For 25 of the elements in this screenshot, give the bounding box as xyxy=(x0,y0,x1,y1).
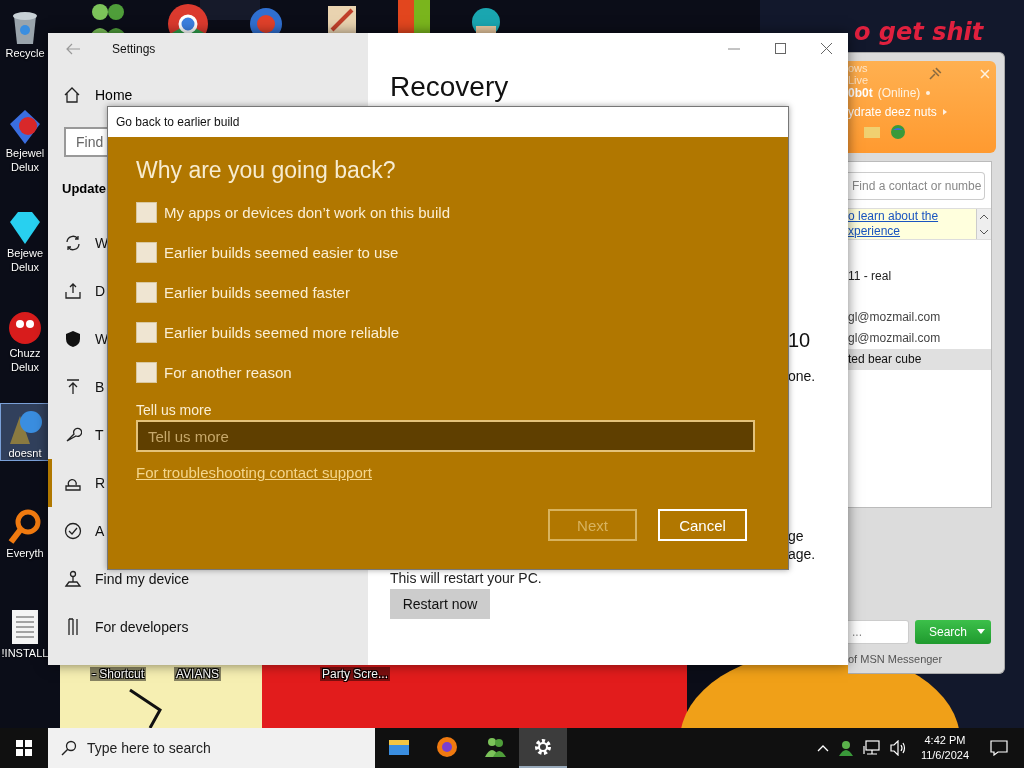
footer-text: of MSN Messenger xyxy=(848,653,943,665)
description-text: one. xyxy=(788,368,817,384)
icon-label: !INSTALL xyxy=(1,646,49,660)
icon-label: Recycle xyxy=(4,46,46,60)
wallpaper-text: o get shit xyxy=(854,18,984,46)
dialog-heading: Why are you going back? xyxy=(136,157,397,184)
field-label: Tell us more xyxy=(136,402,213,418)
icon-label: Bejewel Delux xyxy=(4,146,46,174)
brand-text: ows Live xyxy=(848,62,870,86)
section-heading: 10 xyxy=(788,329,812,352)
icon-label: Party Scre... xyxy=(320,667,391,681)
description-text: age. xyxy=(788,546,817,562)
page-title: Recovery xyxy=(390,71,509,103)
icon-label: AVIANS xyxy=(174,667,222,681)
description-text: ge xyxy=(788,528,805,544)
icon-label: Bejewe Delux xyxy=(5,246,45,274)
dialog-title: Go back to earlier build xyxy=(116,115,240,129)
description-text: This will restart your PC. xyxy=(390,570,542,586)
icon-label: Everyth xyxy=(5,546,45,560)
icon-label: Chuzz Delux xyxy=(8,346,42,374)
icon-label: doesnt xyxy=(7,446,43,460)
window-title: Settings xyxy=(112,42,156,56)
section-heading: Update xyxy=(62,180,107,196)
icon-label: - Shortcut xyxy=(90,667,147,681)
user-name: 0b0t xyxy=(848,86,873,100)
